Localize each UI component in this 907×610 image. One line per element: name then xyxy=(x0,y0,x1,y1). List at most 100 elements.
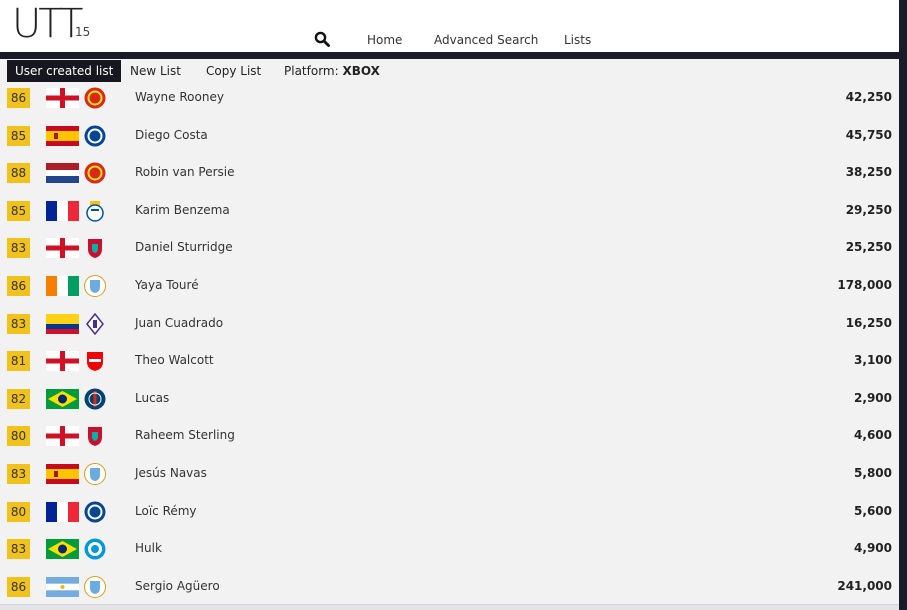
england-flag-icon xyxy=(46,426,79,447)
player-name[interactable]: Jesús Navas xyxy=(135,466,207,480)
rating-badge: 82 xyxy=(7,388,30,409)
england-flag-icon xyxy=(46,351,79,372)
rating-badge: 83 xyxy=(7,539,30,560)
france-flag-icon xyxy=(46,200,79,221)
header-divider xyxy=(0,52,907,59)
player-row[interactable]: 85 Diego Costa 45,750 xyxy=(0,120,899,158)
player-name[interactable]: Loïc Rémy xyxy=(135,504,197,518)
rating-badge: 80 xyxy=(7,501,30,522)
chelsea-crest-icon xyxy=(84,125,106,147)
rating-badge: 81 xyxy=(7,351,30,372)
player-name[interactable]: Lucas xyxy=(135,391,169,405)
logo-version: 15 xyxy=(75,25,91,39)
player-price: 178,000 xyxy=(837,278,892,292)
player-row[interactable]: 86 Sergio Agüero 241,000 xyxy=(0,571,899,609)
manchester-city-crest-icon xyxy=(84,463,106,485)
player-name[interactable]: Karim Benzema xyxy=(135,203,230,217)
manchester-united-crest-icon xyxy=(84,162,106,184)
player-row[interactable]: 80 Loïc Rémy 5,600 xyxy=(0,496,899,534)
manchester-city-crest-icon xyxy=(84,275,106,297)
player-price: 29,250 xyxy=(845,202,892,217)
nav-advanced-search[interactable]: Advanced Search xyxy=(434,33,538,47)
zenit-crest-icon xyxy=(84,538,106,560)
copy-list-button[interactable]: Copy List xyxy=(206,60,261,82)
player-name[interactable]: Juan Cuadrado xyxy=(135,316,223,330)
player-price: 42,250 xyxy=(845,90,892,104)
player-name[interactable]: Theo Walcott xyxy=(135,353,214,367)
player-price: 3,100 xyxy=(854,353,892,368)
brazil-flag-icon xyxy=(46,539,79,560)
france-flag-icon xyxy=(46,501,79,522)
search-icon[interactable] xyxy=(314,31,330,47)
real-madrid-crest-icon xyxy=(84,200,106,222)
rating-badge: 83 xyxy=(7,238,30,259)
player-name[interactable]: Hulk xyxy=(135,541,162,555)
list-panel: User created list New List Copy List Pla… xyxy=(0,59,899,610)
player-row[interactable]: 82 Lucas 2,900 xyxy=(0,383,899,421)
tab-user-created-list[interactable]: User created list xyxy=(7,60,122,82)
england-flag-icon xyxy=(46,238,79,259)
platform-selector[interactable]: Platform: XBOX xyxy=(284,60,380,82)
player-price: 5,600 xyxy=(854,503,892,518)
player-name[interactable]: Raheem Sterling xyxy=(135,428,235,442)
england-flag-icon xyxy=(46,88,79,108)
player-price: 241,000 xyxy=(837,578,892,593)
window-edge xyxy=(899,0,907,610)
fiorentina-crest-icon xyxy=(84,312,106,335)
rating-badge: 85 xyxy=(7,125,30,146)
nav-lists[interactable]: Lists xyxy=(564,33,591,47)
new-list-button[interactable]: New List xyxy=(130,60,181,82)
liverpool-crest-icon xyxy=(84,425,106,447)
chelsea-crest-icon xyxy=(84,501,106,523)
player-price: 25,250 xyxy=(845,240,892,255)
player-row[interactable]: 86 Wayne Rooney 42,250 xyxy=(0,82,899,120)
netherlands-flag-icon xyxy=(46,163,79,184)
spain-flag-icon xyxy=(46,464,79,484)
rating-badge: 83 xyxy=(7,464,30,484)
spain-flag-icon xyxy=(46,125,79,146)
player-name[interactable]: Diego Costa xyxy=(135,128,208,142)
player-row[interactable]: 88 Robin van Persie 38,250 xyxy=(0,157,899,195)
player-row[interactable]: 83 Juan Cuadrado 16,250 xyxy=(0,308,899,346)
player-price: 16,250 xyxy=(845,315,892,330)
liverpool-crest-icon xyxy=(84,237,106,259)
rating-badge: 86 xyxy=(7,576,30,597)
brazil-flag-icon xyxy=(46,388,79,409)
player-price: 4,900 xyxy=(854,541,892,556)
rating-badge: 88 xyxy=(7,163,30,184)
rating-badge: 86 xyxy=(7,88,30,108)
scrollbar[interactable] xyxy=(0,604,899,610)
manchester-city-crest-icon xyxy=(84,575,106,598)
arsenal-crest-icon xyxy=(84,350,106,372)
manchester-united-crest-icon xyxy=(84,87,106,109)
player-row[interactable]: 83 Jesús Navas 5,800 xyxy=(0,458,899,496)
ivory-coast-flag-icon xyxy=(46,276,79,296)
player-row[interactable]: 85 Karim Benzema 29,250 xyxy=(0,195,899,233)
player-price: 5,800 xyxy=(854,466,892,480)
platform-value: XBOX xyxy=(342,64,380,78)
player-price: 45,750 xyxy=(845,127,892,142)
rating-badge: 80 xyxy=(7,426,30,447)
player-price: 4,600 xyxy=(854,428,892,443)
top-header: UTT 15 Home Advanced Search Lists xyxy=(0,0,907,52)
player-row[interactable]: 81 Theo Walcott 3,100 xyxy=(0,345,899,383)
player-row[interactable]: 80 Raheem Sterling 4,600 xyxy=(0,420,899,458)
rating-badge: 85 xyxy=(7,200,30,221)
list-toolbar: User created list New List Copy List Pla… xyxy=(0,59,899,82)
player-name[interactable]: Yaya Touré xyxy=(135,278,199,292)
player-row[interactable]: 83 Hulk 4,900 xyxy=(0,533,899,571)
player-name[interactable]: Wayne Rooney xyxy=(135,90,224,104)
player-price: 38,250 xyxy=(845,165,892,180)
colombia-flag-icon xyxy=(46,313,79,334)
player-name[interactable]: Sergio Agüero xyxy=(135,579,220,593)
nav-home[interactable]: Home xyxy=(367,33,402,47)
player-row[interactable]: 86 Yaya Touré 178,000 xyxy=(0,270,899,308)
player-name[interactable]: Robin van Persie xyxy=(135,165,234,179)
platform-label: Platform: xyxy=(284,64,339,78)
player-name[interactable]: Daniel Sturridge xyxy=(135,240,233,254)
site-logo[interactable]: UTT xyxy=(12,2,83,46)
psg-crest-icon xyxy=(84,388,106,410)
argentina-flag-icon xyxy=(46,576,79,597)
rating-badge: 83 xyxy=(7,313,30,334)
player-row[interactable]: 83 Daniel Sturridge 25,250 xyxy=(0,232,899,270)
